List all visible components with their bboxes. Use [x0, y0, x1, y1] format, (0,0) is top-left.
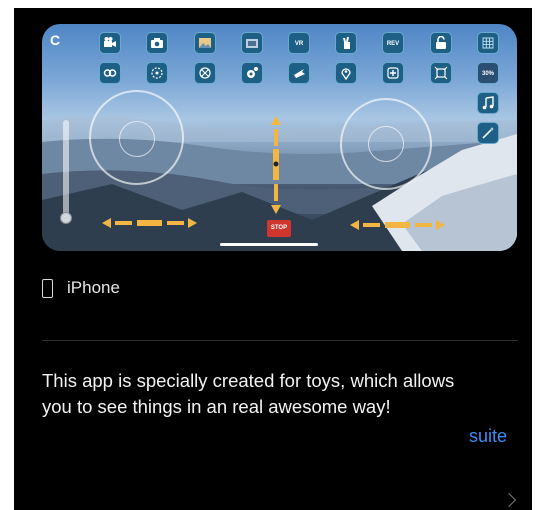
speed-button[interactable]: 30% [477, 62, 499, 84]
stop-button[interactable]: STOP [267, 220, 291, 237]
throttle-slider[interactable] [63, 120, 69, 220]
vertical-trim[interactable] [271, 116, 281, 214]
rotate-icon[interactable] [194, 62, 216, 84]
right-horizontal-trim[interactable] [350, 220, 445, 230]
app-screenshot-preview[interactable]: C VR REV 30% STOP [42, 24, 517, 251]
loop-icon[interactable] [99, 62, 121, 84]
app-description: This app is specially created for toys, … [42, 370, 455, 417]
gesture-icon[interactable] [335, 32, 357, 54]
headless-icon[interactable] [146, 62, 168, 84]
location-icon[interactable] [335, 62, 357, 84]
device-label: iPhone [67, 278, 120, 297]
throttle-knob[interactable] [60, 212, 72, 224]
right-joystick-knob[interactable] [368, 126, 404, 162]
video-camera-icon[interactable] [99, 32, 121, 54]
emergency-icon[interactable] [382, 62, 404, 84]
settings-icon[interactable] [241, 62, 263, 84]
calibrate-icon[interactable] [288, 62, 310, 84]
magic-wand-icon[interactable] [477, 122, 499, 144]
fit-screen-icon[interactable] [430, 62, 452, 84]
grid-icon[interactable] [477, 32, 499, 54]
reset-button[interactable]: C [50, 32, 60, 48]
vr-icon[interactable]: VR [288, 32, 310, 54]
home-indicator [220, 243, 318, 246]
unlock-icon[interactable] [430, 32, 452, 54]
device-compatibility-row: iPhone [42, 276, 120, 300]
left-horizontal-trim[interactable] [102, 218, 197, 228]
rev-icon[interactable]: REV [382, 32, 404, 54]
left-joystick-knob[interactable] [119, 121, 155, 157]
chevron-right-icon[interactable] [501, 492, 517, 508]
divider [42, 340, 518, 341]
music-icon[interactable] [477, 92, 499, 114]
more-link[interactable]: suite [469, 426, 507, 447]
album-icon[interactable] [241, 32, 263, 54]
gallery-icon[interactable] [194, 32, 216, 54]
app-store-screen: C VR REV 30% STOP iPhone This app is spe… [14, 8, 532, 510]
iphone-icon [42, 278, 53, 298]
camera-icon[interactable] [146, 32, 168, 54]
